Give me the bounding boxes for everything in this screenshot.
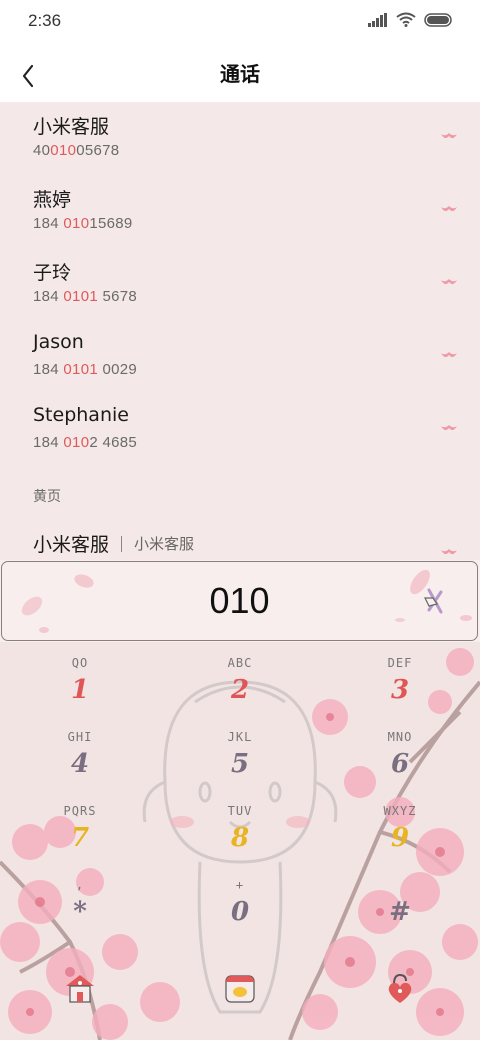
contact-number: 184 0101 0029 (33, 361, 137, 378)
number-prefix: 184 (33, 361, 64, 378)
divider (121, 535, 123, 552)
key-8[interactable]: TUV 8 (180, 804, 300, 864)
contact-number: 184 0101 5678 (33, 288, 137, 305)
contact-search-results: 小米客服 4001005678 燕婷 184 01015689 子玲 184 0… (0, 102, 480, 560)
key-digit: 1 (70, 675, 90, 705)
number-suffix: 2 4685 (89, 434, 138, 451)
status-icons (368, 12, 454, 27)
dial-keypad: QO 1 ABC 2 DEF 3 GHI 4 JKL 5 MNO 6 PQRS … (0, 642, 480, 1040)
number-match: 0101 (63, 361, 98, 378)
key-5[interactable]: JKL 5 (180, 730, 300, 790)
key-letters: DEF (387, 656, 413, 670)
backspace-button[interactable] (421, 586, 449, 616)
contact-detail-petal-icon[interactable] (440, 349, 458, 361)
status-bar: 2:36 (0, 0, 480, 44)
page-title: 通话 (220, 62, 260, 86)
key-digit: 9 (390, 823, 410, 853)
contact-name: Stephanie (33, 404, 129, 426)
key-letters: PQRS (63, 804, 97, 818)
yellow-pages-name: 小米客服 (33, 534, 110, 556)
key-digit: 3 (390, 675, 410, 705)
list-item[interactable]: 小米客服 4001005678 (0, 102, 480, 174)
list-item[interactable]: 子玲 184 0101 5678 (0, 248, 480, 320)
lock-button[interactable] (382, 970, 418, 1006)
key-letters: + (235, 878, 245, 892)
list-item[interactable]: Stephanie 184 0102 4685 (0, 394, 480, 466)
call-button[interactable] (222, 970, 258, 1006)
contacts-button[interactable] (62, 970, 98, 1006)
number-suffix: 5678 (97, 288, 138, 305)
contact-detail-petal-icon[interactable] (440, 422, 458, 434)
contact-number: 184 0102 4685 (33, 434, 137, 451)
number-suffix: 15689 (89, 215, 133, 232)
yellow-pages-subtitle: 小米客服 (134, 535, 195, 553)
key-0[interactable]: + 0 (180, 878, 300, 938)
key-digit: 7 (70, 823, 90, 853)
battery-icon (424, 12, 452, 27)
key-letters: , (75, 878, 85, 892)
key-digit: # (389, 897, 411, 927)
key-letters: JKL (227, 730, 253, 744)
contact-name: 子玲 (33, 262, 72, 284)
contact-name: 小米客服 (33, 116, 110, 138)
contact-name: Jason (33, 331, 84, 353)
key-letters: GHI (67, 730, 93, 744)
key-digit: 2 (230, 675, 250, 705)
key-letters: WXYZ (383, 804, 417, 818)
key-1[interactable]: QO 1 (20, 656, 140, 716)
number-prefix: 40 (33, 142, 51, 159)
number-prefix: 184 (33, 288, 64, 305)
call-icon (225, 975, 255, 1003)
key-digit: 6 (390, 749, 410, 779)
number-match: 010 (63, 434, 90, 451)
key-3[interactable]: DEF 3 (340, 656, 460, 716)
key-star[interactable]: , * (20, 878, 140, 938)
backspace-icon (424, 588, 443, 614)
key-letters: ABC (227, 656, 253, 670)
heart-lock-icon (388, 973, 412, 1003)
number-prefix: 184 (33, 215, 64, 232)
key-2[interactable]: ABC 2 (180, 656, 300, 716)
key-digit: 0 (230, 897, 250, 927)
key-4[interactable]: GHI 4 (20, 730, 140, 790)
key-digit: 5 (230, 749, 250, 779)
key-hash[interactable]: # (340, 878, 460, 938)
key-letters (340, 878, 460, 894)
key-letters: MNO (387, 730, 413, 744)
status-time: 2:36 (28, 11, 62, 30)
number-match: 0101 (63, 288, 98, 305)
number-suffix: 0029 (97, 361, 138, 378)
contact-number: 184 01015689 (33, 215, 133, 232)
contact-detail-petal-icon[interactable] (440, 203, 458, 215)
key-9[interactable]: WXYZ 9 (340, 804, 460, 864)
dial-number: 010 (209, 580, 270, 621)
key-letters: QO (71, 656, 89, 670)
key-6[interactable]: MNO 6 (340, 730, 460, 790)
number-match: 010 (50, 142, 77, 159)
number-suffix: 05678 (76, 142, 120, 159)
contact-number: 4001005678 (33, 142, 119, 159)
key-digit: 8 (230, 823, 250, 853)
header: 通话 (0, 44, 480, 102)
contact-detail-petal-icon[interactable] (440, 276, 458, 288)
number-prefix: 184 (33, 434, 64, 451)
house-icon (66, 975, 94, 1003)
dial-number-input[interactable]: 010 (1, 561, 478, 641)
section-label-yellow-pages: 黄页 (33, 489, 61, 505)
contact-detail-petal-icon[interactable] (440, 130, 458, 142)
number-match: 010 (63, 215, 90, 232)
key-digit: * (73, 897, 87, 927)
list-item[interactable]: Jason 184 0101 0029 (0, 321, 480, 393)
key-digit: 4 (70, 749, 90, 779)
wifi-icon (396, 12, 416, 27)
key-7[interactable]: PQRS 7 (20, 804, 140, 864)
list-item[interactable]: 燕婷 184 01015689 (0, 175, 480, 247)
yellow-pages-item[interactable]: 小米客服 小米客服 (33, 530, 194, 557)
key-letters: TUV (227, 804, 253, 818)
signal-icon (368, 12, 387, 27)
contact-name: 燕婷 (33, 189, 72, 211)
contact-detail-petal-icon[interactable] (440, 546, 458, 558)
